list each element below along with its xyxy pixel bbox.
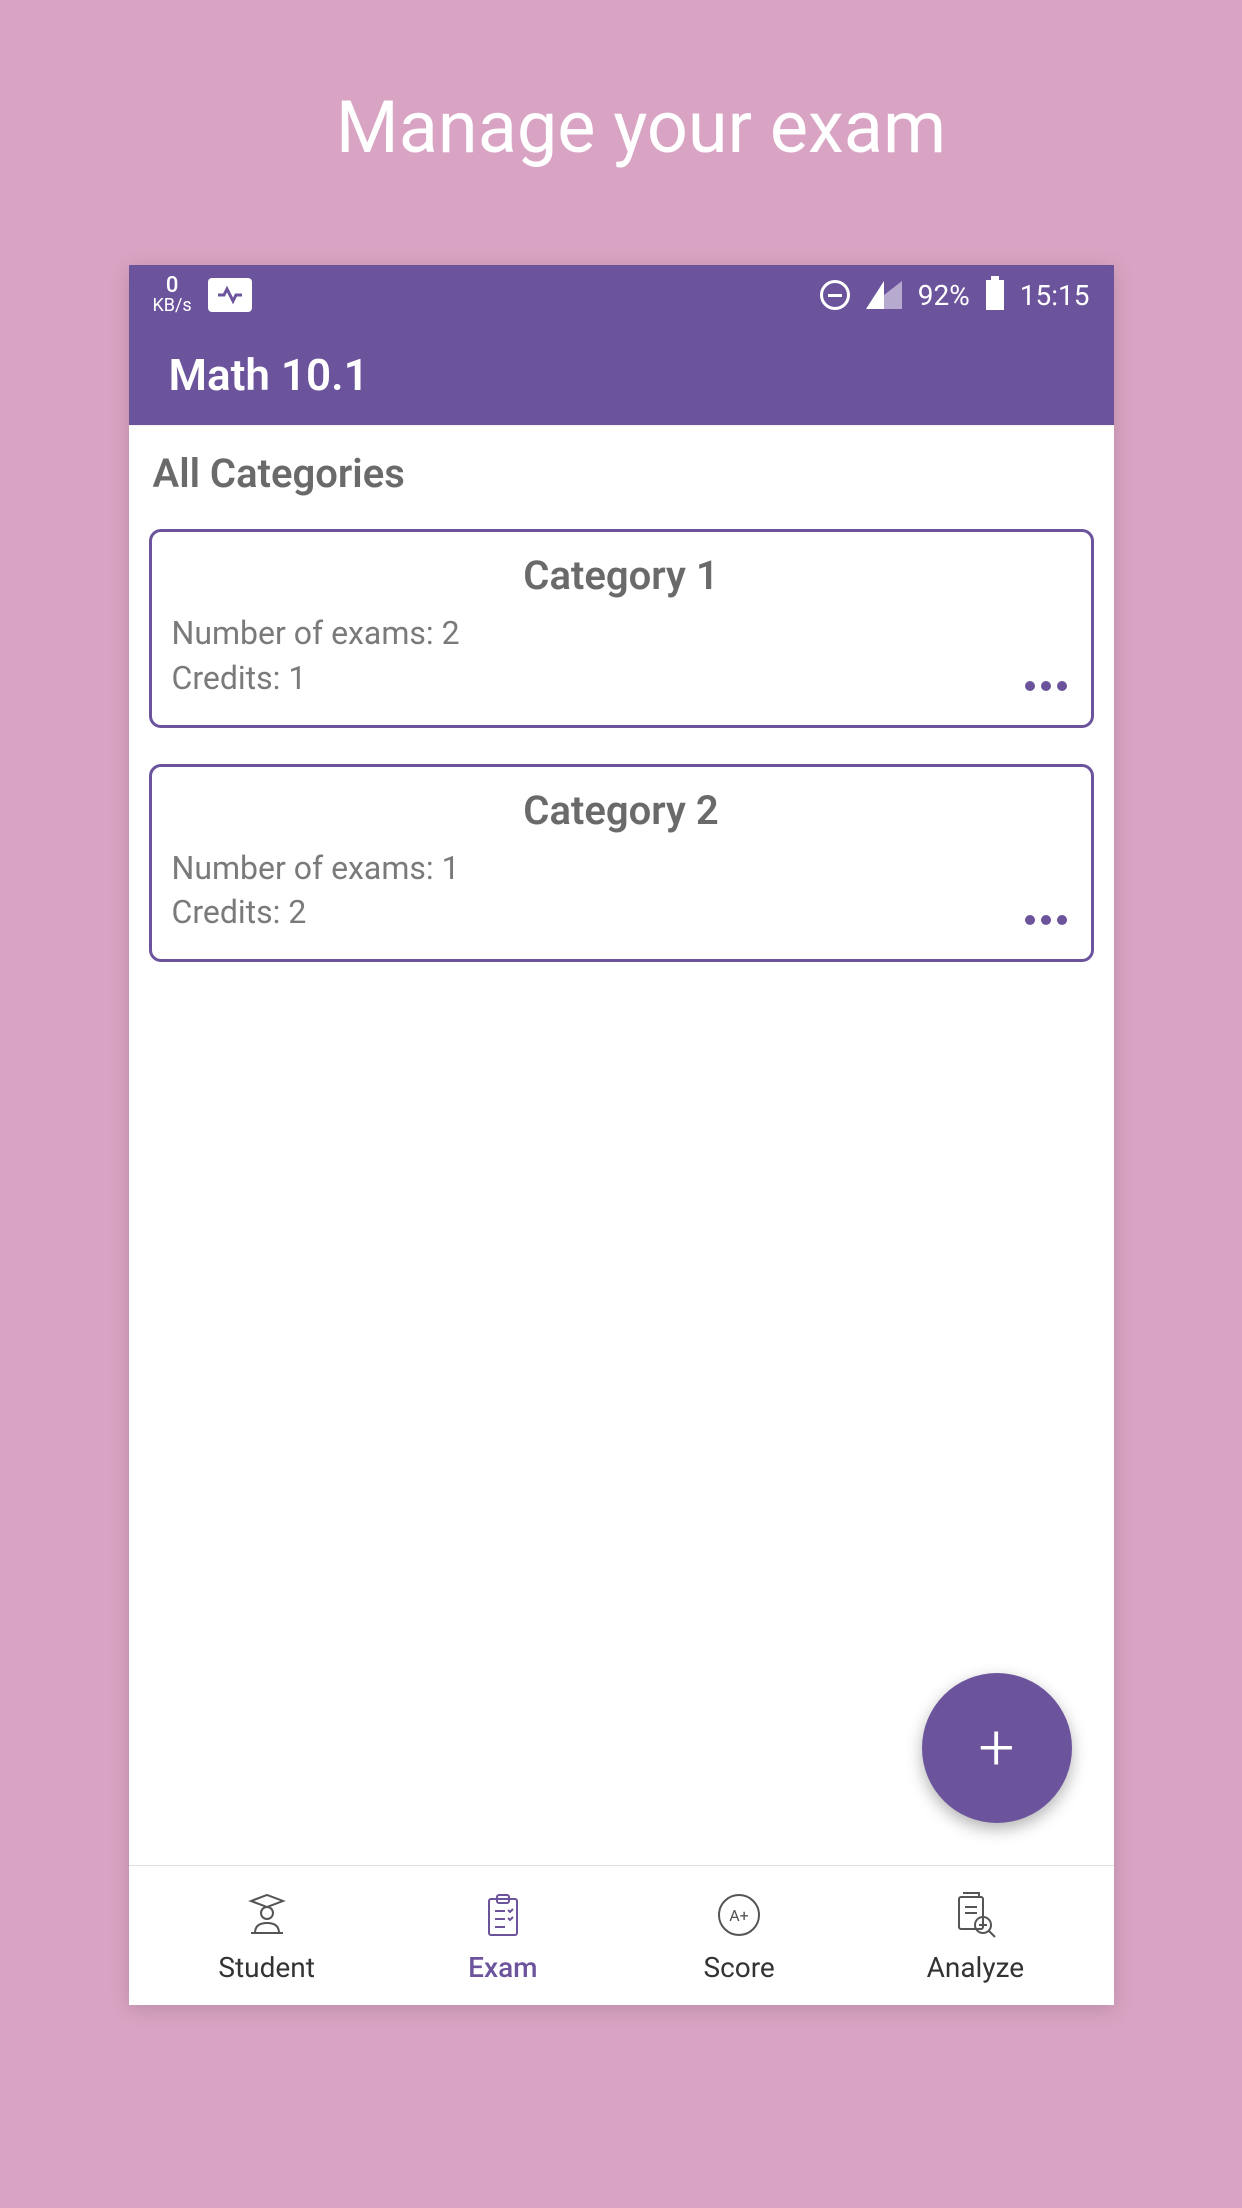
nav-label: Exam: [468, 1951, 537, 1984]
category-credits: Credits: 2: [172, 890, 1071, 935]
nav-analyze[interactable]: Analyze: [857, 1887, 1093, 1984]
status-time: 15:15: [1020, 279, 1090, 312]
nav-score[interactable]: A+ Score: [621, 1887, 857, 1984]
section-title: All Categories: [149, 450, 1094, 497]
activity-icon: [208, 278, 252, 312]
category-card-2[interactable]: Category 2 Number of exams: 1 Credits: 2: [149, 764, 1094, 963]
bottom-nav: Student Exam A+: [129, 1865, 1114, 2005]
plus-icon: +: [978, 1716, 1014, 1780]
nav-label: Score: [703, 1951, 774, 1984]
nav-exam[interactable]: Exam: [385, 1887, 621, 1984]
category-exams: Number of exams: 1: [172, 846, 1071, 891]
nav-label: Analyze: [927, 1951, 1025, 1984]
add-button[interactable]: +: [922, 1673, 1072, 1823]
category-exams: Number of exams: 2: [172, 611, 1071, 656]
more-menu-button[interactable]: [1025, 681, 1067, 691]
more-menu-button[interactable]: [1025, 915, 1067, 925]
student-icon: [239, 1887, 295, 1943]
content-area: All Categories Category 1 Number of exam…: [129, 425, 1114, 1865]
dnd-icon: [820, 280, 850, 310]
status-left: 0 KB/s: [153, 275, 252, 315]
battery-icon: [986, 280, 1004, 310]
category-card-1[interactable]: Category 1 Number of exams: 2 Credits: 1: [149, 529, 1094, 728]
nav-student[interactable]: Student: [149, 1887, 385, 1984]
exam-icon: [475, 1887, 531, 1943]
category-title: Category 1: [172, 552, 1071, 599]
app-bar: Math 10.1: [129, 325, 1114, 425]
promo-title: Manage your exam: [0, 85, 1242, 170]
signal-icon: [866, 281, 902, 309]
page-title: Math 10.1: [169, 349, 369, 401]
status-bar: 0 KB/s 92% 15:15: [129, 265, 1114, 325]
kbs-unit: KB/s: [153, 297, 192, 315]
data-speed-indicator: 0 KB/s: [153, 275, 192, 315]
battery-percent: 92%: [918, 279, 970, 312]
category-title: Category 2: [172, 787, 1071, 834]
score-icon: A+: [711, 1887, 767, 1943]
status-right: 92% 15:15: [820, 279, 1090, 312]
analyze-icon: [947, 1887, 1003, 1943]
nav-label: Student: [218, 1951, 314, 1984]
device-frame: 0 KB/s 92% 15:15 Math 10.1 All Categorie…: [129, 265, 1114, 2005]
svg-text:A+: A+: [729, 1906, 749, 1925]
kbs-value: 0: [166, 275, 179, 297]
category-credits: Credits: 1: [172, 656, 1071, 701]
